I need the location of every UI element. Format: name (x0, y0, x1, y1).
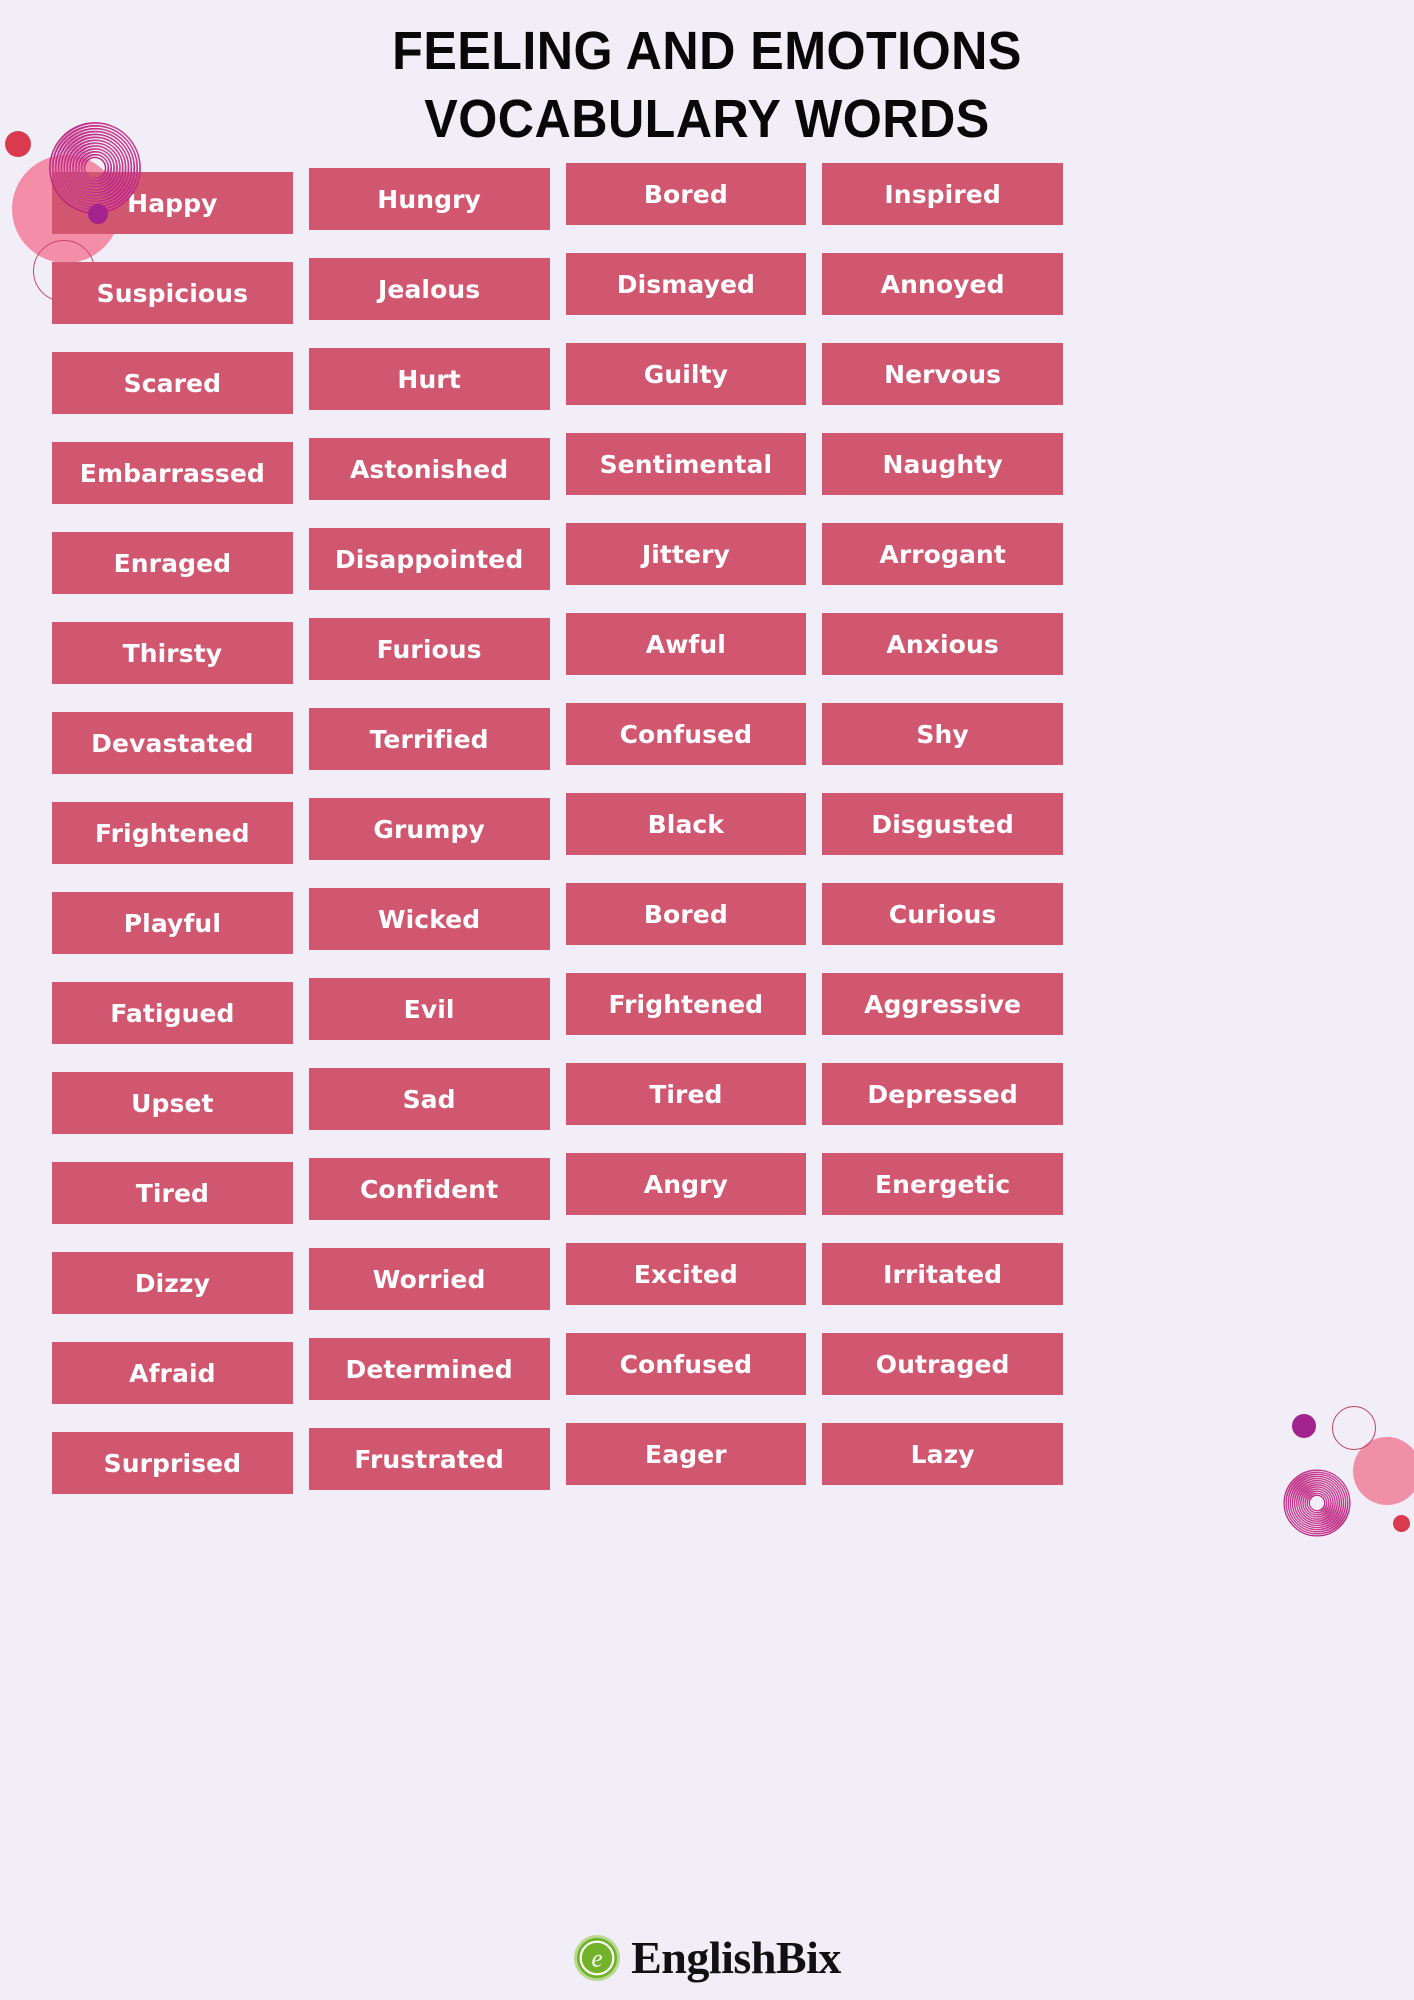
vocabulary-grid: Happy Hungry Bored Inspired Suspicious Jealou… (52, 163, 1063, 1494)
vocabulary-word-cell: Fatigued (52, 982, 293, 1044)
vocabulary-word-cell: Depressed (822, 1063, 1063, 1125)
vocabulary-word-cell: Disgusted (822, 793, 1063, 855)
vocabulary-word-cell: Shy (822, 703, 1063, 765)
vocabulary-word-cell: Furious (308, 618, 550, 680)
vocabulary-word-cell: Nervous (822, 343, 1063, 405)
vocabulary-word-cell: Energetic (822, 1153, 1063, 1215)
vocabulary-word-cell: Outraged (822, 1333, 1063, 1395)
vocabulary-word-cell: Excited (565, 1243, 807, 1305)
vocabulary-word-cell: Happy (52, 172, 293, 234)
vocabulary-word-cell: Curious (822, 883, 1063, 945)
vocabulary-word-cell: Annoyed (822, 253, 1063, 315)
vocabulary-word-cell: Sad (308, 1068, 550, 1130)
englishbix-logo-icon: e (574, 1934, 621, 1982)
vocabulary-word-cell: Lazy (822, 1423, 1063, 1485)
vocabulary-word-cell: Jealous (308, 258, 550, 320)
vocabulary-word-cell: Determined (308, 1338, 550, 1400)
vocabulary-word-cell: Embarrassed (52, 442, 293, 504)
vocabulary-word-cell: Black (565, 793, 807, 855)
vocabulary-word-cell: Jittery (565, 523, 807, 585)
vocabulary-word-cell: Grumpy (308, 798, 550, 860)
vocabulary-word-cell: Awful (565, 613, 807, 675)
vocabulary-word-cell: Frightened (565, 973, 807, 1035)
vocabulary-word-cell: Enraged (52, 532, 293, 594)
vocabulary-word-cell: Scared (52, 352, 293, 414)
vocabulary-word-cell: Hurt (308, 348, 550, 410)
vocabulary-word-cell: Suspicious (52, 262, 293, 324)
vocabulary-word-cell: Terrified (308, 708, 550, 770)
page-title: FEELING AND EMOTIONS VOCABULARY WORDS (0, 18, 1414, 153)
vocabulary-word-cell: Naughty (822, 433, 1063, 495)
vocabulary-word-cell: Evil (308, 978, 550, 1040)
vocabulary-word-cell: Afraid (52, 1342, 293, 1404)
vocabulary-word-cell: Hungry (308, 168, 550, 230)
vocabulary-word-cell: Sentimental (565, 433, 807, 495)
vocabulary-word-cell: Frightened (52, 802, 293, 864)
vocabulary-word-cell: Confused (565, 703, 807, 765)
vocabulary-word-cell: Worried (308, 1248, 550, 1310)
vocabulary-word-cell: Arrogant (822, 523, 1063, 585)
vocabulary-word-cell: Irritated (822, 1243, 1063, 1305)
page-title-line-1: FEELING AND EMOTIONS (392, 21, 1022, 81)
page-title-line-2: VOCABULARY WORDS (424, 88, 990, 149)
englishbix-brand-text: EnglishBix (631, 1932, 841, 1983)
vocabulary-word-cell: Bored (565, 163, 807, 225)
vocabulary-word-cell: Bored (565, 883, 807, 945)
vocabulary-word-cell: Confident (308, 1158, 550, 1220)
vocabulary-word-cell: Disappointed (308, 528, 550, 590)
vocabulary-word-cell: Inspired (822, 163, 1063, 225)
vocabulary-word-cell: Frustrated (308, 1428, 550, 1490)
decor-purple-dot-bottom-right (1292, 1414, 1316, 1438)
decor-red-dot-bottom-right (1393, 1515, 1410, 1532)
vocabulary-word-cell: Guilty (565, 343, 807, 405)
vocabulary-word-cell: Wicked (308, 888, 550, 950)
vocabulary-word-cell: Aggressive (822, 973, 1063, 1035)
footer-branding: e EnglishBix (0, 1934, 1414, 1982)
poster-canvas: FEELING AND EMOTIONS VOCABULARY WORDS Ha… (0, 0, 1414, 2000)
vocabulary-word-cell: Tired (565, 1063, 807, 1125)
svg-text:e: e (592, 1946, 603, 1973)
vocabulary-word-cell: Playful (52, 892, 293, 954)
vocabulary-word-cell: Dismayed (565, 253, 807, 315)
vocabulary-word-cell: Tired (52, 1162, 293, 1224)
vocabulary-word-cell: Upset (52, 1072, 293, 1134)
vocabulary-word-cell: Devastated (52, 712, 293, 774)
vocabulary-word-cell: Surprised (52, 1432, 293, 1494)
decor-outline-circle-bottom-right (1332, 1406, 1376, 1450)
vocabulary-word-cell: Angry (565, 1153, 807, 1215)
decor-pink-circle-bottom-right (1353, 1437, 1414, 1505)
vocabulary-word-cell: Astonished (308, 438, 550, 500)
decor-spiral-bottom-right (1283, 1469, 1351, 1537)
vocabulary-word-cell: Thirsty (52, 622, 293, 684)
vocabulary-word-cell: Confused (565, 1333, 807, 1395)
vocabulary-word-cell: Anxious (822, 613, 1063, 675)
vocabulary-word-cell: Eager (565, 1423, 807, 1485)
vocabulary-word-cell: Dizzy (52, 1252, 293, 1314)
